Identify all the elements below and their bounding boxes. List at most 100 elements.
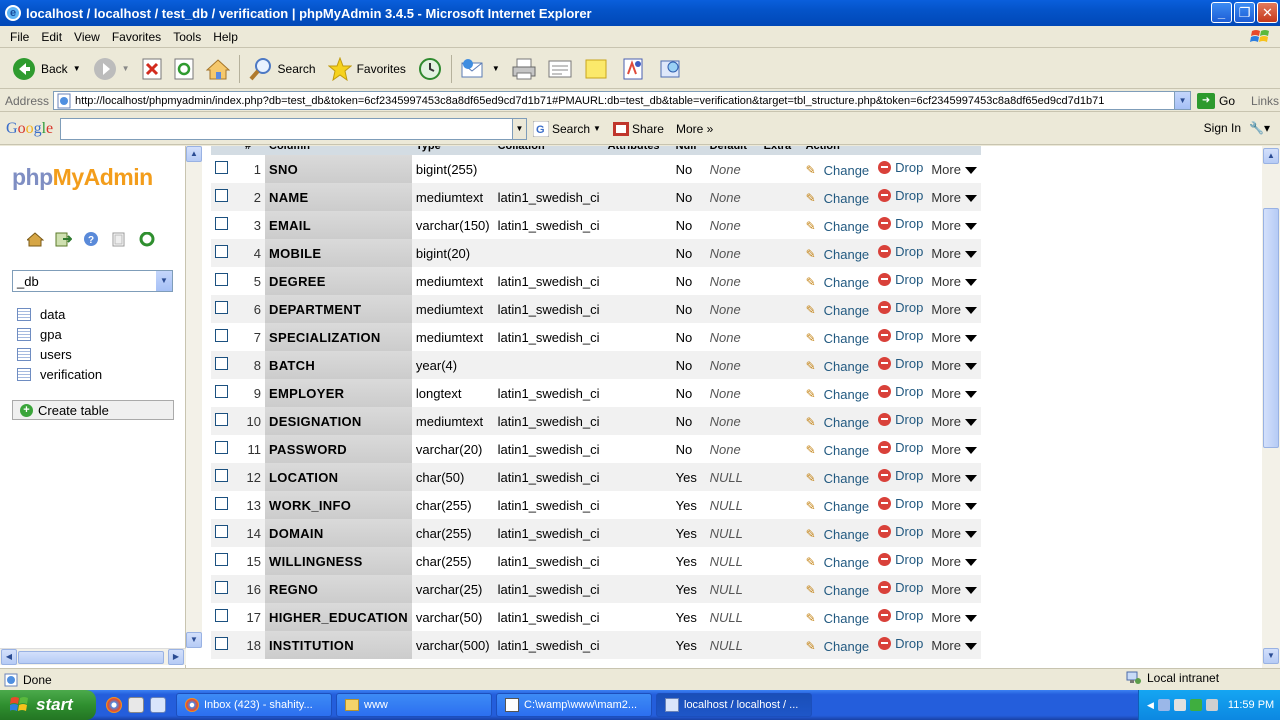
mail-button[interactable]: ▼	[455, 53, 506, 85]
table-row[interactable]: 8 BATCH year(4) No None ✎ Change Drop More	[211, 351, 981, 379]
google-share-button[interactable]: Share	[607, 121, 670, 136]
table-row[interactable]: 16 REGNO varchar(25) latin1_swedish_ci Yes NU…	[211, 575, 981, 603]
row-checkbox[interactable]	[215, 189, 228, 202]
more-menu[interactable]: More	[931, 358, 977, 373]
phpmyadmin-logo[interactable]: phpMyAdmin	[12, 164, 153, 191]
main-vertical-scrollbar[interactable]: ▲ ▼	[1262, 146, 1280, 668]
volume-icon[interactable]	[1205, 699, 1218, 711]
table-row[interactable]: 15 WILLINGNESS char(255) latin1_swedish_ci Y…	[211, 547, 981, 575]
menu-help[interactable]: Help	[207, 30, 244, 44]
change-link[interactable]: ✎ Change	[806, 163, 870, 178]
row-checkbox[interactable]	[215, 385, 228, 398]
table-row[interactable]: 12 LOCATION char(50) latin1_swedish_ci Yes NU…	[211, 463, 981, 491]
row-checkbox[interactable]	[215, 245, 228, 258]
change-link[interactable]: ✎ Change	[806, 303, 870, 318]
header-column[interactable]: Column	[265, 146, 412, 155]
row-checkbox[interactable]	[215, 273, 228, 286]
change-link[interactable]: ✎ Change	[806, 443, 870, 458]
drop-link[interactable]: Drop	[878, 524, 923, 539]
header-attributes[interactable]: Attributes	[603, 146, 672, 155]
table-item-users[interactable]: users	[17, 344, 102, 364]
drop-link[interactable]: Drop	[878, 412, 923, 427]
scrollbar-thumb[interactable]	[1263, 208, 1279, 448]
back-button[interactable]: Back ▼	[6, 53, 87, 85]
forward-button[interactable]: ▼	[87, 53, 136, 85]
scroll-down-arrow-icon[interactable]: ▼	[1263, 648, 1279, 664]
table-row[interactable]: 11 PASSWORD varchar(20) latin1_swedish_ci No…	[211, 435, 981, 463]
change-link[interactable]: ✎ Change	[806, 191, 870, 206]
table-row[interactable]: 13 WORK_INFO char(255) latin1_swedish_ci Yes…	[211, 491, 981, 519]
drop-link[interactable]: Drop	[878, 356, 923, 371]
table-name[interactable]: data	[40, 307, 65, 322]
change-link[interactable]: ✎ Change	[806, 471, 870, 486]
row-checkbox[interactable]	[215, 441, 228, 454]
chevron-down-icon[interactable]: ▼	[156, 271, 172, 291]
tray-clock[interactable]: 11:59 PM	[1228, 699, 1274, 711]
google-dropdown-icon[interactable]: ▼	[512, 118, 526, 139]
drop-link[interactable]: Drop	[878, 636, 923, 651]
google-logo[interactable]: Google	[0, 120, 60, 138]
address-input[interactable]: http://localhost/phpmyadmin/index.php?db…	[53, 91, 1192, 110]
documentation-icon[interactable]	[111, 232, 128, 247]
drop-link[interactable]: Drop	[878, 160, 923, 175]
back-dropdown-icon[interactable]: ▼	[73, 64, 81, 73]
minimize-button[interactable]: _	[1211, 2, 1232, 23]
notepad-icon[interactable]	[128, 697, 144, 713]
more-menu[interactable]: More	[931, 610, 977, 625]
links-label[interactable]: Links	[1251, 94, 1279, 108]
row-checkbox[interactable]	[215, 301, 228, 314]
table-row[interactable]: 2 NAME mediumtext latin1_swedish_ci No None ✎ C…	[211, 183, 981, 211]
task-wamp[interactable]: C:\wamp\www\mam2...	[496, 693, 652, 717]
row-checkbox[interactable]	[215, 329, 228, 342]
table-row[interactable]: 18 INSTITUTION varchar(500) latin1_swedish_…	[211, 631, 981, 659]
row-checkbox[interactable]	[215, 637, 228, 650]
drop-link[interactable]: Drop	[878, 384, 923, 399]
change-link[interactable]: ✎ Change	[806, 331, 870, 346]
row-checkbox[interactable]	[215, 581, 228, 594]
table-row[interactable]: 1 SNO bigint(255) No None ✎ Change Drop More	[211, 155, 981, 183]
task-phpmyadmin[interactable]: localhost / localhost / ...	[656, 693, 812, 717]
edit-button[interactable]	[542, 53, 578, 85]
more-menu[interactable]: More	[931, 330, 977, 345]
drop-link[interactable]: Drop	[878, 328, 923, 343]
table-name[interactable]: gpa	[40, 327, 62, 342]
help-icon[interactable]: ?	[83, 232, 100, 247]
menu-file[interactable]: File	[4, 30, 35, 44]
wamp-icon[interactable]	[1189, 699, 1202, 711]
google-search-dropdown-icon[interactable]: ▼	[593, 124, 601, 133]
change-link[interactable]: ✎ Change	[806, 639, 870, 654]
drop-link[interactable]: Drop	[878, 440, 923, 455]
menu-favorites[interactable]: Favorites	[106, 30, 167, 44]
row-checkbox[interactable]	[215, 497, 228, 510]
scrollbar-thumb[interactable]	[18, 651, 164, 664]
table-item-verification[interactable]: verification	[17, 364, 102, 384]
table-item-data[interactable]: data	[17, 304, 102, 324]
favorites-button[interactable]: Favorites	[322, 53, 412, 85]
more-menu[interactable]: More	[931, 638, 977, 653]
change-link[interactable]: ✎ Change	[806, 275, 870, 290]
change-link[interactable]: ✎ Change	[806, 527, 870, 542]
scroll-left-arrow-icon[interactable]: ◀	[1, 649, 17, 665]
header-type[interactable]: Type	[411, 146, 494, 155]
more-menu[interactable]: More	[931, 274, 977, 289]
drop-link[interactable]: Drop	[878, 272, 923, 287]
drop-link[interactable]: Drop	[878, 552, 923, 567]
table-item-gpa[interactable]: gpa	[17, 324, 102, 344]
stop-button[interactable]	[136, 53, 168, 85]
row-checkbox[interactable]	[215, 357, 228, 370]
network-icon[interactable]	[1157, 699, 1170, 711]
more-menu[interactable]: More	[931, 246, 977, 261]
change-link[interactable]: ✎ Change	[806, 583, 870, 598]
wrench-icon[interactable]: 🔧▾	[1249, 121, 1270, 135]
drop-link[interactable]: Drop	[878, 188, 923, 203]
change-link[interactable]: ✎ Change	[806, 247, 870, 262]
table-row[interactable]: 6 DEPARTMENT mediumtext latin1_swedish_ci No…	[211, 295, 981, 323]
menu-tools[interactable]: Tools	[167, 30, 207, 44]
forward-dropdown-icon[interactable]: ▼	[122, 64, 130, 73]
more-menu[interactable]: More	[931, 554, 977, 569]
change-link[interactable]: ✎ Change	[806, 611, 870, 626]
header-default[interactable]: Default	[705, 146, 760, 155]
change-link[interactable]: ✎ Change	[806, 555, 870, 570]
search-button[interactable]: Search	[243, 53, 322, 85]
drop-link[interactable]: Drop	[878, 496, 923, 511]
